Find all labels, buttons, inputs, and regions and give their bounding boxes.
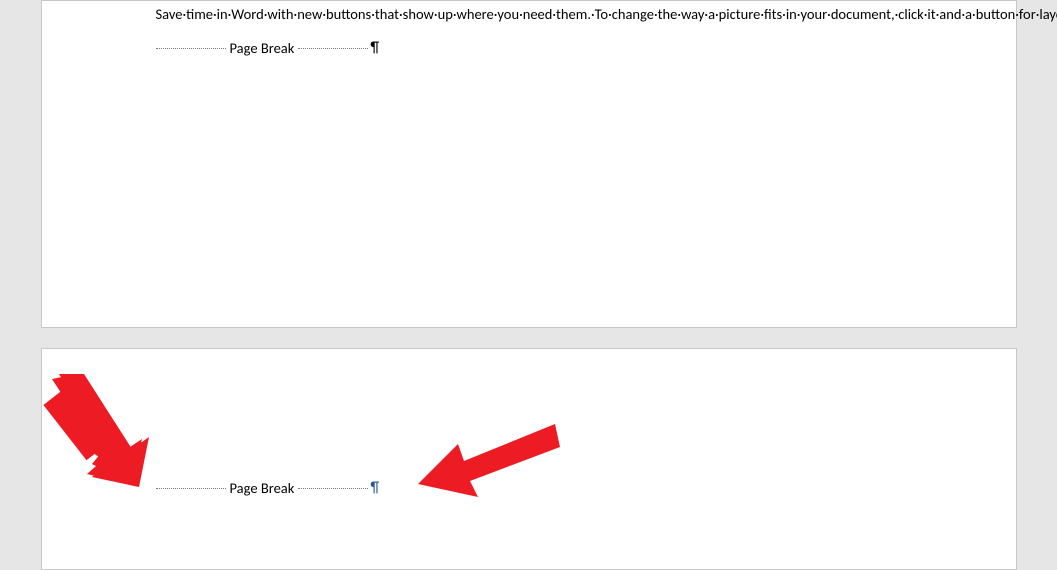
page-break-dots-right <box>298 48 368 49</box>
page-break-dots-right <box>298 488 368 489</box>
annotation-arrow-left-icon <box>44 369 169 494</box>
page-gap <box>0 328 1057 348</box>
pilcrow-icon: ¶ <box>368 39 379 57</box>
document-page-1[interactable]: Save·time·in·Word·with·new·buttons·that·… <box>41 0 1017 328</box>
page-break-label: Page Break <box>226 39 299 57</box>
page-break-dots-left <box>156 48 226 49</box>
page-1-content[interactable]: Save·time·in·Word·with·new·buttons·that·… <box>42 5 1016 57</box>
annotation-arrow-right-icon <box>410 419 560 499</box>
pilcrow-icon: ¶ <box>368 479 379 497</box>
body-paragraph[interactable]: Save·time·in·Word·with·new·buttons·that·… <box>156 5 902 25</box>
page-break-indicator-1[interactable]: Page Break ¶ <box>156 39 902 57</box>
document-page-2[interactable]: Page Break ¶ <box>41 348 1017 570</box>
page-break-label: Page Break <box>226 479 299 497</box>
